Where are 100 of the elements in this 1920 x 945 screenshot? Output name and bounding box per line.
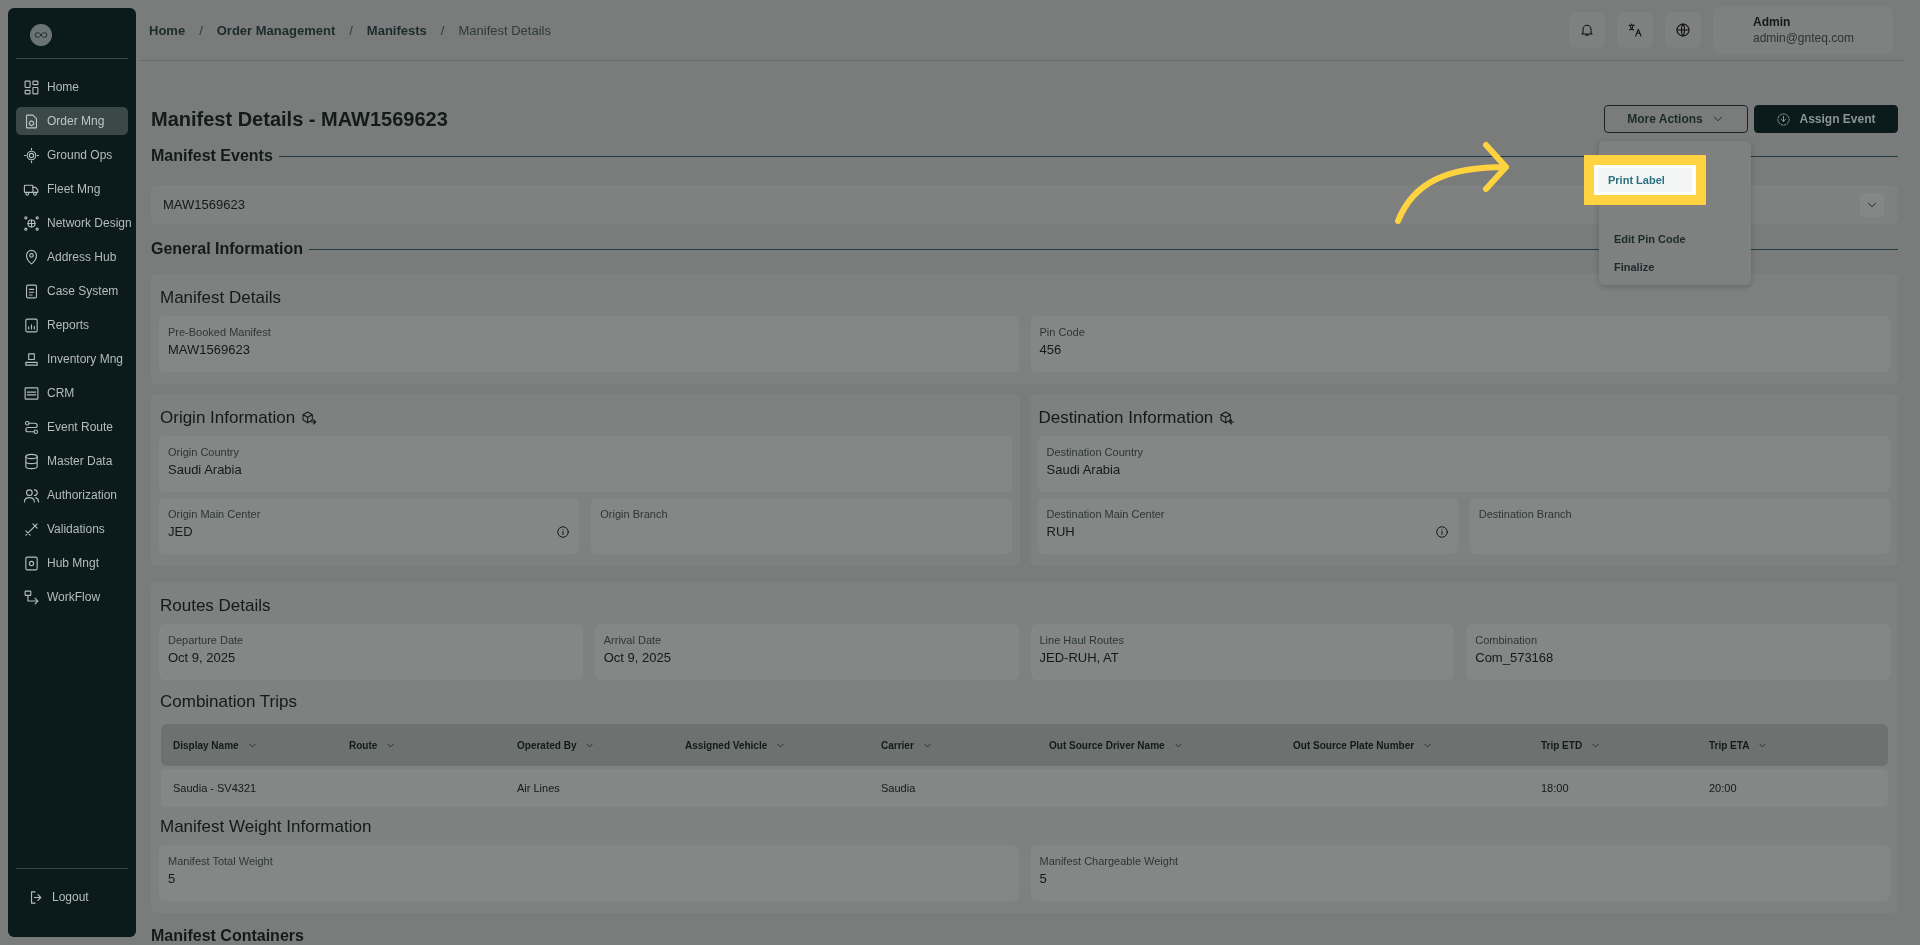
column-header[interactable]: Out Source Plate Number	[1293, 739, 1541, 751]
column-header[interactable]: Out Source Driver Name	[1049, 739, 1293, 751]
menu-item[interactable]: Finalize	[1599, 255, 1751, 279]
route-icon	[23, 418, 40, 436]
sidebar-item[interactable]: Reports	[16, 311, 128, 339]
column-header[interactable]: Operated By	[517, 739, 685, 751]
breadcrumb-link[interactable]: Order Management	[216, 22, 336, 38]
table-cell-text: 18:00	[1541, 782, 1570, 794]
field-value: Oct 9, 2025	[603, 650, 671, 665]
field-label: Departure Date	[168, 634, 245, 646]
assign-event-button[interactable]: Assign Event	[1754, 105, 1898, 133]
translate-button[interactable]	[1617, 12, 1653, 48]
logout-button[interactable]: Logout	[16, 868, 128, 925]
field-value: 456	[1039, 342, 1062, 357]
location-pin-icon	[23, 248, 40, 266]
section-heading: General Information	[151, 240, 304, 258]
table-cell-text: 20:00	[1709, 782, 1738, 794]
breadcrumb-separator: /	[199, 22, 203, 38]
card-title: Manifest Details	[160, 288, 281, 308]
more-actions-button[interactable]: More Actions	[1604, 105, 1748, 133]
field-label: Pin Code	[1039, 326, 1086, 338]
menu-item[interactable]: Edit Pin Code	[1599, 227, 1751, 251]
field-label: Line Haul Routes	[1039, 634, 1125, 646]
user-profile[interactable]: Admin admin@gnteq.com	[1713, 6, 1893, 54]
card-title: Manifest Weight Information	[160, 817, 372, 837]
sidebar-item[interactable]: Case System	[16, 277, 128, 305]
field-label: Origin Country	[168, 446, 240, 458]
section-heading: Manifest Containers	[151, 927, 305, 945]
table-cell-text: Air Lines	[517, 782, 561, 794]
sidebar-item[interactable]: Master Data	[16, 447, 128, 475]
field-label: Manifest Chargeable Weight	[1039, 855, 1180, 867]
stack-icon	[23, 350, 40, 368]
user-name: Admin	[1753, 14, 1792, 30]
notification-bell-button[interactable]	[1569, 12, 1605, 48]
globe-button[interactable]	[1665, 12, 1701, 48]
field-label: Destination Main Center	[1046, 508, 1166, 520]
workflow-icon	[23, 588, 40, 606]
column-header[interactable]: Assigned Vehicle	[685, 739, 881, 751]
table-cell-text: Saudia - SV4321	[173, 782, 258, 794]
info-icon	[556, 524, 571, 539]
section-heading: Manifest Events	[151, 147, 273, 165]
sidebar-item[interactable]: Event Route	[16, 413, 128, 441]
field-value: MAW1569623	[168, 342, 250, 357]
sidebar-item[interactable]: Ground Ops	[16, 141, 128, 169]
sidebar-item[interactable]: Hub Mngt	[16, 549, 128, 577]
translate-icon	[1627, 22, 1643, 38]
breadcrumb-separator: /	[349, 22, 353, 38]
event-accordion[interactable]: MAW1569623	[151, 185, 1898, 224]
sidebar-item[interactable]: Home	[16, 73, 128, 101]
field-label: Destination Country	[1046, 446, 1145, 458]
sidebar-item[interactable]: Fleet Mng	[16, 175, 128, 203]
report-icon	[23, 316, 40, 334]
breadcrumb-link[interactable]: Manifests	[366, 22, 427, 38]
field-value: 5	[1039, 871, 1047, 886]
menu-item[interactable]: Print Label	[1598, 168, 1692, 192]
database-icon	[23, 452, 40, 470]
sidebar-item[interactable]: Address Hub	[16, 243, 128, 271]
field-label: Origin Branch	[600, 508, 669, 520]
card-title: Destination Information	[1038, 408, 1214, 428]
field-label: Manifest Total Weight	[168, 855, 274, 867]
info-icon	[1434, 524, 1449, 539]
field-value: RUH	[1046, 524, 1075, 539]
field-value: 5	[168, 871, 176, 886]
field-value: Com_573168	[1475, 650, 1554, 665]
field-value: Saudi Arabia	[1046, 462, 1121, 477]
column-header[interactable]: Trip ETD	[1541, 739, 1709, 751]
column-header[interactable]: Route	[349, 739, 517, 751]
breadcrumb-link[interactable]: Home	[149, 22, 186, 38]
sidebar-item[interactable]: Order Mng	[16, 107, 128, 135]
page-title: Manifest Details - MAW1569623	[151, 107, 448, 131]
field-label: Destination Branch	[1478, 508, 1573, 520]
sidebar-item[interactable]: Authorization	[16, 481, 128, 509]
sidebar-item[interactable]: CRM	[16, 379, 128, 407]
field-label: Origin Main Center	[168, 508, 262, 520]
event-name: MAW1569623	[163, 197, 245, 212]
sidebar-item[interactable]: WorkFlow	[16, 583, 128, 611]
table-cell-text: Saudia	[881, 782, 917, 794]
users-icon	[23, 486, 40, 504]
document-box-icon	[23, 112, 40, 130]
sidebar-item[interactable]: Validations	[16, 515, 128, 543]
column-header[interactable]: Display Name	[173, 739, 349, 751]
sidebar-item[interactable]: Inventory Mng	[16, 345, 128, 373]
crm-icon	[23, 384, 40, 402]
field-value: JED-RUH, AT	[1039, 650, 1119, 665]
field-label: Arrival Date	[603, 634, 663, 646]
download-circle-icon	[1776, 111, 1792, 127]
card-title: Routes Details	[160, 596, 271, 616]
column-header[interactable]: Trip ETA	[1709, 739, 1876, 751]
globe-icon	[1675, 22, 1691, 38]
breadcrumb-separator: /	[440, 22, 445, 38]
card-title: Combination Trips	[160, 692, 297, 712]
field-label: Pre-Booked Manifest	[168, 326, 272, 338]
grid-icon	[23, 78, 40, 96]
user-email: admin@gnteq.com	[1753, 30, 1853, 46]
network-icon	[23, 214, 40, 232]
column-header[interactable]: Carrier	[881, 739, 1049, 751]
card-title: Origin Information	[160, 408, 296, 428]
box-out-icon	[301, 410, 318, 426]
logo-icon	[30, 24, 52, 46]
field-label: Combination	[1475, 634, 1538, 646]
